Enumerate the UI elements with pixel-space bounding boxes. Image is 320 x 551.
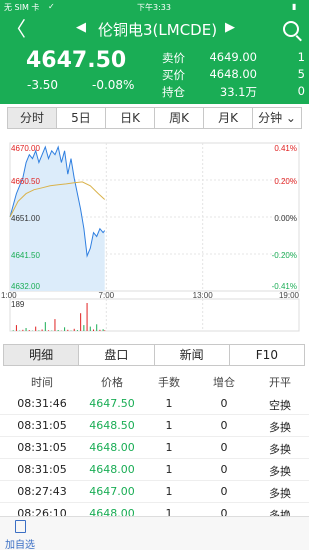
- cell-time: 08:31:05: [17, 419, 67, 432]
- prev-contract-icon[interactable]: ◀: [76, 20, 86, 35]
- cell-oi-change: 0: [220, 463, 228, 476]
- battery-icon: ▮: [292, 2, 297, 11]
- status-time: 下午3:33: [137, 3, 171, 12]
- trade-table-header: 时间 价格 手数 增仓 开平: [0, 374, 309, 390]
- quote-sell: 卖价 4649.00 1: [162, 50, 305, 65]
- cell-price: 4647.50: [89, 397, 135, 410]
- page-title: 伦铜电3(LMCDE): [98, 21, 218, 39]
- period-tabs: 分时 5日 日K 周K 月K 分钟 ⌄: [7, 107, 302, 129]
- cell-open-close: 多换: [269, 443, 291, 456]
- cell-open-close: 空换: [269, 399, 291, 412]
- buy-label: 买价: [162, 68, 185, 82]
- header-price: 价格: [101, 376, 123, 389]
- tab-intraday[interactable]: 分时: [8, 108, 57, 128]
- tab-5day[interactable]: 5日: [57, 108, 106, 128]
- tab-monthly-k[interactable]: 月K: [204, 108, 253, 128]
- sell-label: 卖价: [162, 51, 185, 65]
- status-bar: 无 SIM 卡 ✓ 下午3:33 ▮: [0, 0, 309, 13]
- cell-price: 4648.00: [89, 441, 135, 454]
- x-tick-label: 19:00: [279, 291, 300, 300]
- header-volume: 手数: [158, 376, 180, 389]
- cell-oi-change: 0: [220, 397, 228, 410]
- tab-f10[interactable]: F10: [230, 345, 304, 365]
- bottom-bar: 加自选: [0, 516, 309, 551]
- search-icon[interactable]: [283, 21, 299, 37]
- y-tick-label: 4660.50: [11, 177, 40, 186]
- y-tick-label: 4641.50: [11, 251, 40, 260]
- table-row: 08:31:46 4647.50 1 0 空换: [0, 392, 309, 415]
- pct-tick-label: 0.41%: [274, 144, 297, 153]
- cell-open-close: 多换: [269, 487, 291, 500]
- pct-tick-label: -0.20%: [272, 251, 297, 260]
- x-tick-label: 7:00: [99, 291, 115, 300]
- next-contract-icon[interactable]: ▶: [225, 20, 235, 35]
- cell-volume: 1: [165, 485, 173, 498]
- buy-price: 4648.00: [209, 67, 257, 81]
- x-tick-label: 13:00: [193, 291, 214, 300]
- cell-oi-change: 0: [220, 441, 228, 454]
- cell-volume: 1: [165, 441, 173, 454]
- cell-time: 08:31:05: [17, 463, 67, 476]
- intraday-chart[interactable]: 4670.00 4660.50 4651.00 4641.50 4632.00 0.41%…: [0, 133, 309, 343]
- y-tick-label: 4651.00: [11, 214, 40, 223]
- price-change-pct: -0.08%: [92, 78, 135, 92]
- cell-time: 08:31:46: [17, 397, 67, 410]
- volume-panel-frame: [9, 298, 300, 332]
- cell-open-close: 多换: [269, 421, 291, 434]
- hold-label: 持仓: [162, 85, 185, 99]
- table-row: 08:31:05 4648.00 1 0 多换: [0, 458, 309, 481]
- back-icon[interactable]: 〈: [6, 19, 26, 39]
- quote-buy: 买价 4648.00 5: [162, 67, 305, 82]
- quote-hold: 持仓 33.1万 0: [162, 84, 305, 99]
- cell-price: 4647.00: [89, 485, 135, 498]
- cell-price: 4648.50: [89, 419, 135, 432]
- buy-volume: 5: [297, 67, 305, 81]
- table-row: 08:27:43 4647.00 1 0 多换: [0, 480, 309, 503]
- x-tick-label: 1:00: [1, 291, 17, 300]
- last-price: 4647.50: [26, 48, 127, 73]
- table-row: 08:31:05 4648.00 1 0 多换: [0, 436, 309, 459]
- tab-weekly-k[interactable]: 周K: [155, 108, 204, 128]
- nav-bar: 〈 ◀ 伦铜电3(LMCDE) ▶: [0, 13, 309, 47]
- cell-time: 08:31:05: [17, 441, 67, 454]
- tab-daily-k[interactable]: 日K: [106, 108, 155, 128]
- tab-orderbook[interactable]: 盘口: [79, 345, 155, 365]
- cell-price: 4648.00: [89, 463, 135, 476]
- cell-oi-change: 0: [220, 485, 228, 498]
- cell-open-close: 多换: [269, 465, 291, 478]
- cell-oi-change: 0: [220, 419, 228, 432]
- hold-value: 33.1万: [219, 85, 257, 99]
- pct-tick-label: -0.41%: [272, 282, 297, 291]
- add-watchlist-icon: [15, 520, 26, 533]
- pct-tick-label: 0.20%: [274, 177, 297, 186]
- y-tick-label: 4632.00: [11, 282, 40, 291]
- cell-time: 08:27:43: [17, 485, 67, 498]
- y-tick-label: 4670.00: [11, 144, 40, 153]
- table-row: 08:31:05 4648.50 1 0 多换: [0, 414, 309, 437]
- carrier-text: 无 SIM 卡: [4, 3, 40, 12]
- header-open-close: 开平: [269, 376, 291, 389]
- tab-news[interactable]: 新闻: [155, 345, 230, 365]
- detail-tabs: 明细 盘口 新闻 F10: [3, 344, 305, 366]
- volume-max-label: 189: [11, 300, 25, 309]
- header-time: 时间: [31, 376, 53, 389]
- hold-change: 0: [297, 84, 305, 98]
- tab-detail[interactable]: 明细: [4, 345, 80, 365]
- cell-volume: 1: [165, 419, 173, 432]
- tab-minute-dropdown[interactable]: 分钟 ⌄: [253, 108, 301, 128]
- pct-tick-label: 0.00%: [274, 214, 297, 223]
- cell-volume: 1: [165, 397, 173, 410]
- cell-volume: 1: [165, 463, 173, 476]
- price-change: -3.50: [27, 78, 59, 92]
- header-oi-change: 增仓: [213, 376, 235, 389]
- sell-price: 4649.00: [209, 50, 257, 64]
- wifi-icon: ✓: [48, 2, 55, 11]
- sell-volume: 1: [297, 50, 305, 64]
- header-bar: 无 SIM 卡 ✓ 下午3:33 ▮ 〈 ◀ 伦铜电3(LMCDE) ▶ 464…: [0, 0, 309, 104]
